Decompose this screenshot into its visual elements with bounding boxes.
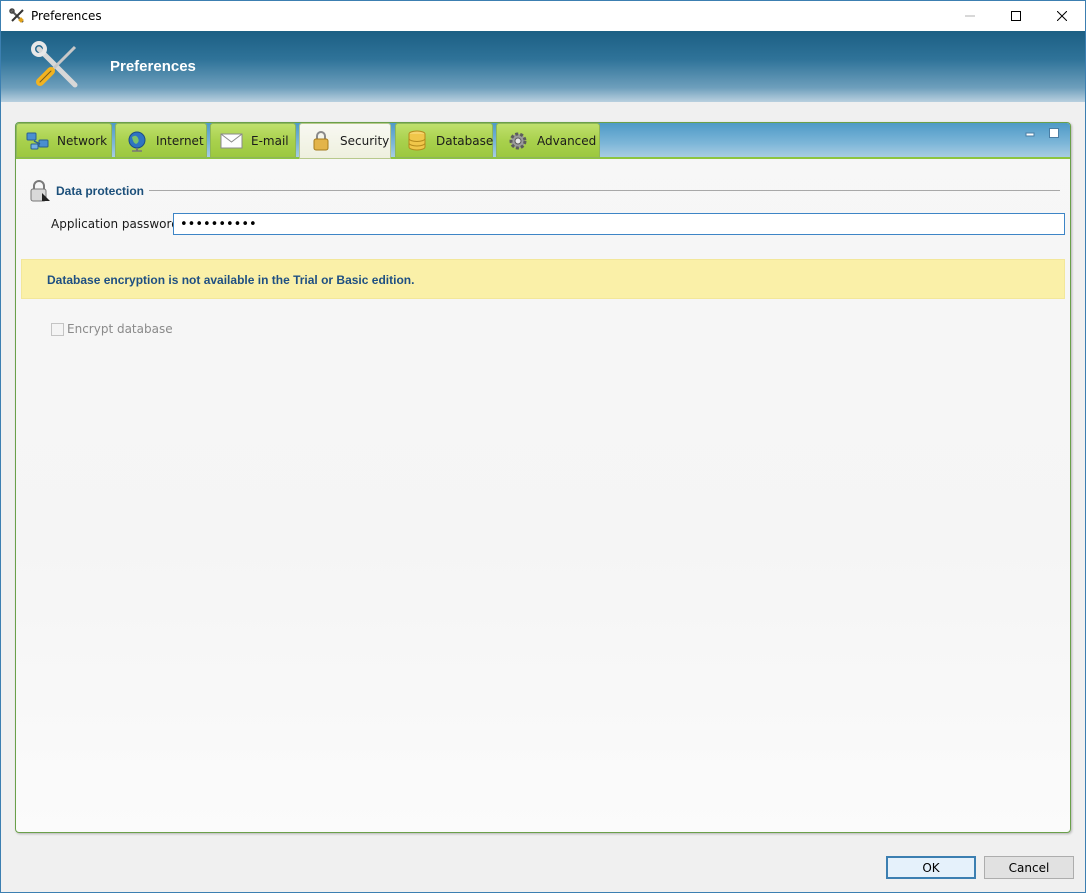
- preferences-panel: Network Internet E-mail Security Databas…: [15, 122, 1071, 833]
- lock-icon: [308, 130, 334, 152]
- tab-security[interactable]: Security: [299, 123, 391, 159]
- tab-label: E-mail: [251, 133, 289, 148]
- panel-minimize-icon[interactable]: [1024, 127, 1038, 139]
- maximize-icon: [1011, 11, 1021, 21]
- password-input[interactable]: [173, 213, 1065, 235]
- tab-label: Internet: [156, 133, 204, 148]
- section-divider: [149, 190, 1060, 191]
- tab-label: Network: [57, 133, 108, 148]
- banner-title: Preferences: [110, 58, 196, 75]
- network-icon: [25, 130, 51, 152]
- notice-text: Database encryption is not available in …: [47, 273, 415, 287]
- window-title: Preferences: [31, 9, 102, 23]
- minimize-button[interactable]: [947, 1, 993, 31]
- panel-maximize-icon[interactable]: [1048, 127, 1062, 139]
- maximize-button[interactable]: [993, 1, 1039, 31]
- minimize-icon: [965, 15, 975, 17]
- header-banner: Preferences: [1, 31, 1085, 102]
- section-title: Data protection: [56, 184, 145, 198]
- tab-label: Database: [436, 133, 494, 148]
- tab-database[interactable]: Database: [395, 123, 493, 158]
- globe-icon: [124, 130, 150, 152]
- edition-notice: Database encryption is not available in …: [21, 259, 1065, 299]
- tab-advanced[interactable]: Advanced: [496, 123, 600, 158]
- password-label: Application password:: [51, 217, 183, 231]
- tab-internet[interactable]: Internet: [115, 123, 207, 158]
- checkbox-label: Encrypt database: [67, 322, 173, 336]
- checkbox-box[interactable]: [51, 322, 64, 336]
- lock-icon: [30, 180, 50, 202]
- tab-label: Security: [340, 134, 390, 148]
- encrypt-database-checkbox[interactable]: Encrypt database: [51, 322, 173, 336]
- preferences-window: Preferences Preferences Network Internet…: [0, 0, 1086, 893]
- title-bar[interactable]: Preferences: [1, 1, 1085, 31]
- cancel-button[interactable]: Cancel: [984, 856, 1074, 879]
- envelope-icon: [219, 130, 245, 152]
- tab-label: Advanced: [537, 133, 597, 148]
- tab-email[interactable]: E-mail: [210, 123, 296, 158]
- close-button[interactable]: [1039, 1, 1085, 31]
- tab-strip: Network Internet E-mail Security Databas…: [16, 123, 1070, 159]
- close-icon: [1057, 11, 1067, 21]
- tab-network[interactable]: Network: [16, 123, 112, 158]
- data-protection-header: Data protection: [28, 179, 1060, 202]
- ok-button[interactable]: OK: [886, 856, 976, 879]
- gear-icon: [505, 130, 531, 152]
- tools-icon: [9, 8, 24, 23]
- tools-icon: [31, 41, 78, 88]
- database-icon: [404, 130, 430, 152]
